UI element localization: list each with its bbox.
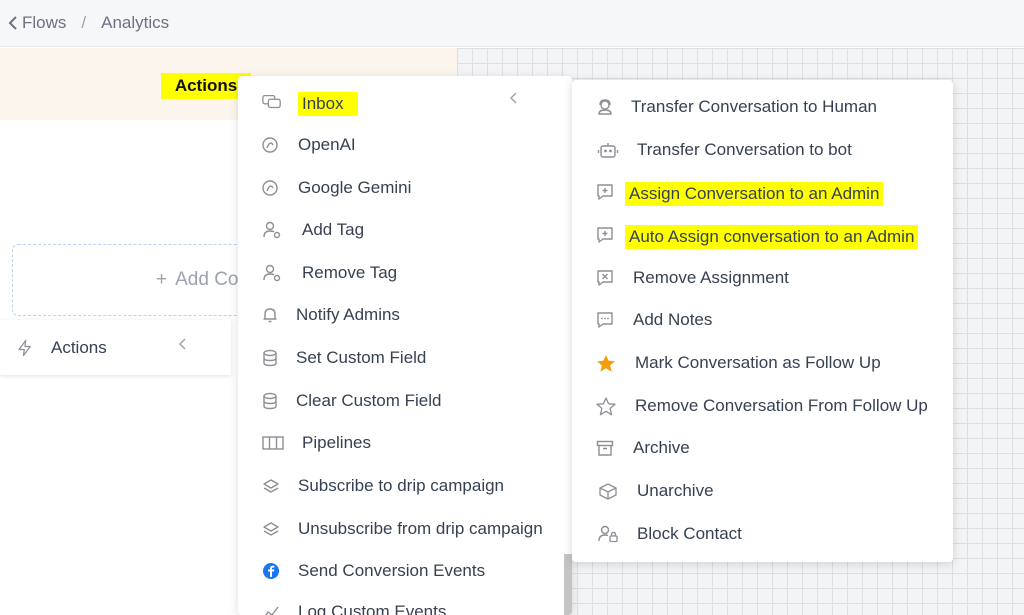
breadcrumb: Flows / Analytics xyxy=(8,13,169,33)
database-icon xyxy=(260,348,280,368)
facebook-icon xyxy=(261,561,281,581)
menu-item-label: Set Custom Field xyxy=(296,348,427,367)
menu-item-label: Subscribe to drip campaign xyxy=(298,476,505,495)
inbox-submenu: Transfer Conversation to Human Transfer … xyxy=(572,80,953,562)
layers-icon xyxy=(261,519,281,539)
star-outline-icon xyxy=(596,396,616,416)
menu-item-label: Google Gemini xyxy=(298,178,412,197)
menu-item-label: Notify Admins xyxy=(296,305,400,324)
database-icon xyxy=(260,391,280,411)
menu-item-label: Pipelines xyxy=(302,433,371,452)
user-tag-icon xyxy=(262,220,282,240)
menu-item-label: Unsubscribe from drip campaign xyxy=(298,519,543,538)
menu-item-label: Log Custom Events xyxy=(298,602,447,615)
breadcrumb-flows-link[interactable]: Flows xyxy=(22,13,66,33)
user-tag-icon xyxy=(262,263,282,283)
chat-plus-icon xyxy=(595,225,615,245)
archive-icon xyxy=(595,438,615,458)
submenu-item-label: Transfer Conversation to bot xyxy=(637,140,852,159)
menu-item-label: Add Tag xyxy=(302,220,365,239)
columns-icon xyxy=(262,433,284,453)
submenu-item-label: Remove Conversation From Follow Up xyxy=(635,396,928,415)
actions-sidebar-label: Actions xyxy=(51,337,107,357)
submenu-item-label: Transfer Conversation to Human xyxy=(631,97,877,116)
add-content-label: Add Co xyxy=(175,269,239,290)
menu-item-label: Send Conversion Events xyxy=(298,561,486,580)
menu-item-label: Inbox xyxy=(298,92,358,116)
chevron-left-icon xyxy=(179,338,187,350)
chat-bubbles-icon xyxy=(262,92,282,112)
submenu-item-label: Block Contact xyxy=(637,524,742,543)
bot-icon xyxy=(597,140,619,160)
add-content-box[interactable]: + Add Co xyxy=(12,244,252,316)
submenu-item-label: Remove Assignment xyxy=(633,268,789,287)
submenu-item-label: Unarchive xyxy=(637,481,714,500)
chat-dots-icon xyxy=(595,310,615,330)
breadcrumb-separator: / xyxy=(81,13,87,32)
menu-item-label: Clear Custom Field xyxy=(296,391,442,410)
chart-icon xyxy=(261,602,281,615)
lightning-icon xyxy=(16,339,34,357)
menu-item-label: OpenAI xyxy=(298,135,356,154)
human-icon xyxy=(595,97,615,117)
submenu-item-label: Assign Conversation to an Admin xyxy=(625,182,884,206)
layers-icon xyxy=(261,476,281,496)
user-lock-icon xyxy=(597,524,619,544)
unarchive-icon xyxy=(597,481,619,501)
top-bar: Flows / Analytics xyxy=(0,0,1024,47)
chevron-left-icon[interactable] xyxy=(8,15,18,31)
actions-sidebar-item[interactable]: Actions xyxy=(0,320,231,375)
actions-menu: Inbox OpenAI Google Gemini Add Tag Remov… xyxy=(238,76,572,615)
menu-item-label: Remove Tag xyxy=(302,263,398,282)
breadcrumb-current[interactable]: Analytics xyxy=(101,13,169,33)
submenu-item-label: Auto Assign conversation to an Admin xyxy=(625,225,919,249)
chat-plus-icon xyxy=(595,182,615,202)
submenu-item-label: Archive xyxy=(633,438,690,457)
openai-icon xyxy=(260,135,280,155)
submenu-item-label: Mark Conversation as Follow Up xyxy=(635,353,881,372)
star-filled-icon xyxy=(596,353,616,373)
bell-icon xyxy=(260,305,280,325)
plus-icon: + xyxy=(156,269,168,290)
menu-scrollbar[interactable] xyxy=(564,554,572,615)
chevron-left-icon[interactable] xyxy=(510,92,518,104)
gemini-icon xyxy=(260,178,280,198)
submenu-item-label: Add Notes xyxy=(633,310,713,329)
chat-x-icon xyxy=(595,268,615,288)
